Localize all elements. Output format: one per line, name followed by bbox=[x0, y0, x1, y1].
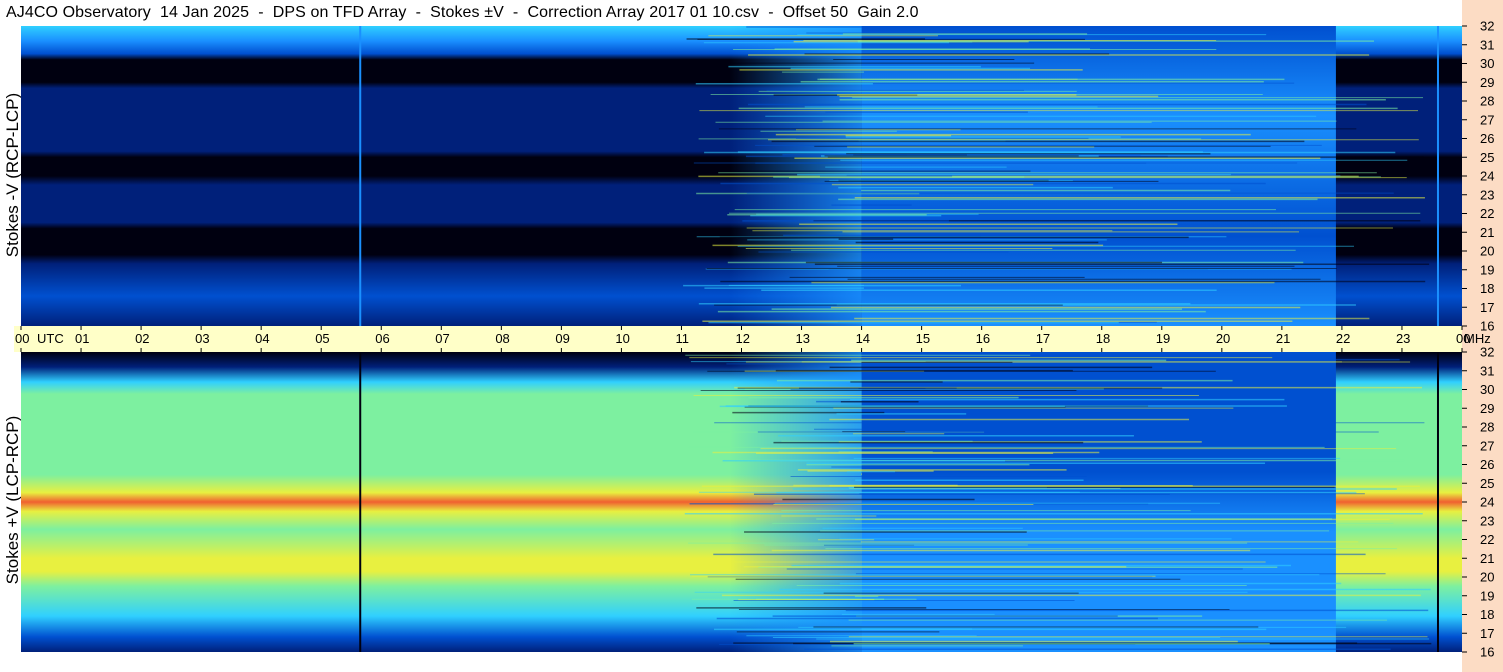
time-axis: 00 01 02 03 04 05 06 07 08 09 10 11 12 13 14 15 16 17 18 19… bbox=[14, 326, 1491, 352]
time-tick-label: 21 bbox=[1276, 331, 1290, 346]
freq-tick-label: 28 bbox=[1480, 420, 1494, 435]
time-tick-label: 14 bbox=[856, 331, 870, 346]
bottom-panel: 32 31 30 29 28 27 26 25 24 23 22 21 20 19 18 17 16 bbox=[21, 345, 1494, 660]
freq-tick-label: 29 bbox=[1480, 75, 1494, 90]
freq-tick-label: 23 bbox=[1480, 513, 1494, 528]
freq-tick-label: 26 bbox=[1480, 457, 1494, 472]
time-tick-label: 02 bbox=[135, 331, 149, 346]
freq-tick-label: 31 bbox=[1480, 37, 1494, 52]
top-panel: 3231302928272625242322212019181716 bbox=[21, 19, 1494, 334]
freq-tick-label: 30 bbox=[1480, 56, 1494, 71]
freq-tick-label: 19 bbox=[1480, 588, 1494, 603]
time-tick-label: 10 bbox=[615, 331, 629, 346]
freq-tick-label: 22 bbox=[1480, 532, 1494, 547]
time-tick-label: 04 bbox=[255, 331, 269, 346]
spectrogram-svg: 32 31 30 29 28 27 26 25 24 23 22 21 20 19 18 17 16 32 31 30… bbox=[14, 19, 1494, 660]
time-tick-label: 09 bbox=[555, 331, 569, 346]
time-tick-label: 01 bbox=[75, 331, 89, 346]
freq-tick-label: 29 bbox=[1480, 401, 1494, 416]
freq-tick-label: 23 bbox=[1480, 187, 1494, 202]
time-tick-label: 11 bbox=[675, 331, 689, 346]
freq-unit-label: MHz bbox=[1464, 331, 1491, 346]
time-tick-label: 16 bbox=[976, 331, 990, 346]
freq-tick-label: 24 bbox=[1480, 169, 1494, 184]
freq-tick-label: 30 bbox=[1480, 382, 1494, 397]
freq-tick-label: 27 bbox=[1480, 438, 1494, 453]
time-tick-label: 00 bbox=[15, 331, 29, 346]
freq-tick-label: 22 bbox=[1480, 206, 1494, 221]
time-tick-label: 05 bbox=[315, 331, 329, 346]
time-tick-label: 13 bbox=[796, 331, 810, 346]
time-tick-label: 20 bbox=[1216, 331, 1230, 346]
time-tick-label: 03 bbox=[195, 331, 209, 346]
time-tick-label: 06 bbox=[375, 331, 389, 346]
spectrogram-figure: AJ4CO Observatory 14 Jan 2025 - DPS on T… bbox=[0, 0, 1503, 672]
time-tick-label: 15 bbox=[916, 331, 930, 346]
time-tick-label: 17 bbox=[1036, 331, 1050, 346]
freq-tick-label: 32 bbox=[1480, 345, 1494, 360]
freq-tick-label: 17 bbox=[1480, 300, 1494, 315]
time-unit-label: UTC bbox=[37, 331, 64, 346]
freq-tick-label: 24 bbox=[1480, 495, 1494, 510]
freq-tick-label: 26 bbox=[1480, 131, 1494, 146]
freq-tick-label: 27 bbox=[1480, 112, 1494, 127]
freq-tick-label: 17 bbox=[1480, 626, 1494, 641]
freq-tick-label: 20 bbox=[1480, 244, 1494, 259]
freq-tick-label: 31 bbox=[1480, 363, 1494, 378]
time-tick-label: 22 bbox=[1336, 331, 1350, 346]
freq-tick-label: 18 bbox=[1480, 607, 1494, 622]
freq-tick-label: 32 bbox=[1480, 19, 1494, 34]
time-tick-label: 19 bbox=[1156, 331, 1170, 346]
freq-tick-label: 25 bbox=[1480, 150, 1494, 165]
freq-tick-label: 18 bbox=[1480, 281, 1494, 296]
time-tick-label: 07 bbox=[435, 331, 449, 346]
time-tick-label: 08 bbox=[495, 331, 509, 346]
freq-tick-label: 21 bbox=[1480, 225, 1494, 240]
freq-tick-label: 28 bbox=[1480, 94, 1494, 109]
time-tick-label: 18 bbox=[1096, 331, 1110, 346]
freq-tick-label: 16 bbox=[1480, 645, 1494, 660]
time-tick-label: 23 bbox=[1396, 331, 1410, 346]
time-tick-label: 12 bbox=[736, 331, 750, 346]
freq-tick-label: 19 bbox=[1480, 262, 1494, 277]
freq-tick-label: 21 bbox=[1480, 551, 1494, 566]
freq-tick-label: 20 bbox=[1480, 570, 1494, 585]
freq-tick-label: 25 bbox=[1480, 476, 1494, 491]
